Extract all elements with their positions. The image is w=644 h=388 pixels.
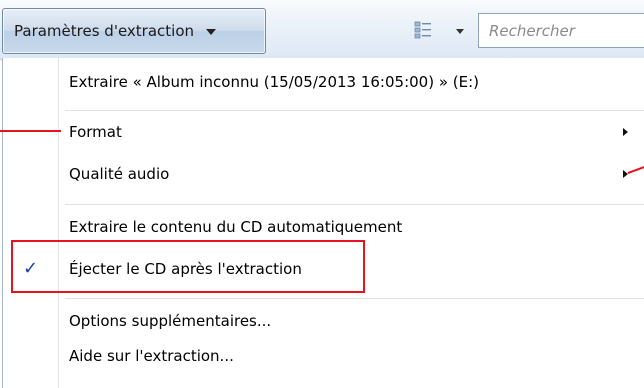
menu-item-label: Aide sur l'extraction... (69, 347, 234, 365)
menu-item-label: Options supplémentaires... (69, 312, 272, 330)
menu-item-label: Qualité audio (69, 165, 170, 183)
menu-item-help-ripping[interactable]: Aide sur l'extraction... (3, 340, 643, 372)
annotation-line-left (0, 130, 61, 132)
toolbar: Paramètres d'extraction (0, 0, 644, 60)
menu-item-label: Extraire le contenu du CD automatiquemen… (69, 218, 403, 236)
rip-settings-menu: Extraire « Album inconnu (15/05/2013 16:… (2, 58, 644, 388)
chevron-down-icon (206, 29, 216, 35)
rip-settings-label: Paramètres d'extraction (14, 22, 194, 40)
menu-separator (65, 298, 644, 299)
submenu-arrow-icon (623, 128, 628, 136)
menu-item-rip-automatically[interactable]: Extraire le contenu du CD automatiquemen… (3, 211, 643, 243)
menu-item-format[interactable]: Format (3, 116, 643, 148)
menu-item-label: Extraire « Album inconnu (15/05/2013 16:… (69, 73, 480, 91)
annotation-highlight-box (11, 240, 365, 293)
menu-separator (65, 204, 644, 205)
menu-item-more-options[interactable]: Options supplémentaires... (3, 305, 643, 337)
menu-item-audio-quality[interactable]: Qualité audio (3, 158, 643, 190)
rip-settings-button[interactable]: Paramètres d'extraction (2, 8, 266, 54)
menu-item-rip-cd[interactable]: Extraire « Album inconnu (15/05/2013 16:… (3, 66, 643, 98)
view-options-icon[interactable] (414, 21, 432, 39)
search-input[interactable] (478, 13, 644, 48)
menu-separator (65, 110, 644, 111)
view-options-chevron-icon[interactable] (456, 29, 464, 34)
menu-item-label: Format (69, 123, 122, 141)
